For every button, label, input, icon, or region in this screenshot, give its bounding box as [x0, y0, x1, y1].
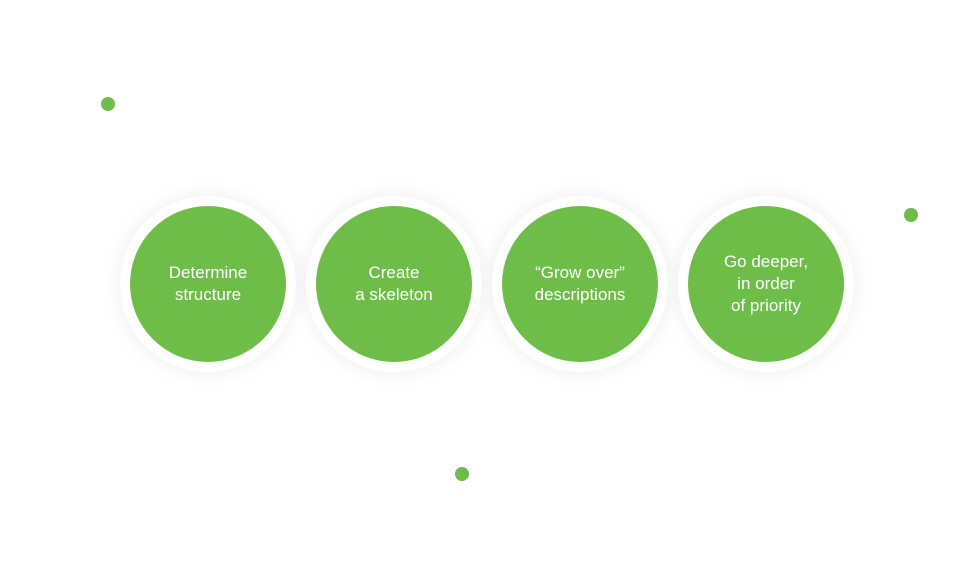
- process-diagram: Determine structure Create a skeleton “G…: [0, 0, 974, 565]
- step-label-line: Create: [368, 263, 420, 282]
- step-label-line: “Grow over”: [535, 263, 625, 282]
- step-determine-structure: Determine structure: [120, 196, 296, 372]
- decorative-dot: [101, 97, 115, 111]
- step-label-line: of priority: [731, 296, 801, 315]
- step-label-line: Go deeper,: [723, 252, 809, 271]
- decorative-dot: [455, 467, 469, 481]
- step-circle: Go deeper, in order of priority: [688, 206, 844, 362]
- step-circle: “Grow over” descriptions: [502, 206, 658, 362]
- decorative-dot: [904, 208, 918, 222]
- step-circle: Determine structure: [130, 206, 286, 362]
- step-label-line: descriptions: [534, 285, 626, 304]
- step-label-line: a skeleton: [355, 285, 433, 304]
- step-create-skeleton: Create a skeleton: [306, 196, 482, 372]
- step-go-deeper: Go deeper, in order of priority: [678, 196, 854, 372]
- step-circle: Create a skeleton: [316, 206, 472, 362]
- step-label-line: structure: [174, 285, 242, 304]
- step-label-line: Determine: [168, 263, 248, 282]
- step-grow-over-descriptions: “Grow over” descriptions: [492, 196, 668, 372]
- step-label-line: in order: [737, 274, 795, 293]
